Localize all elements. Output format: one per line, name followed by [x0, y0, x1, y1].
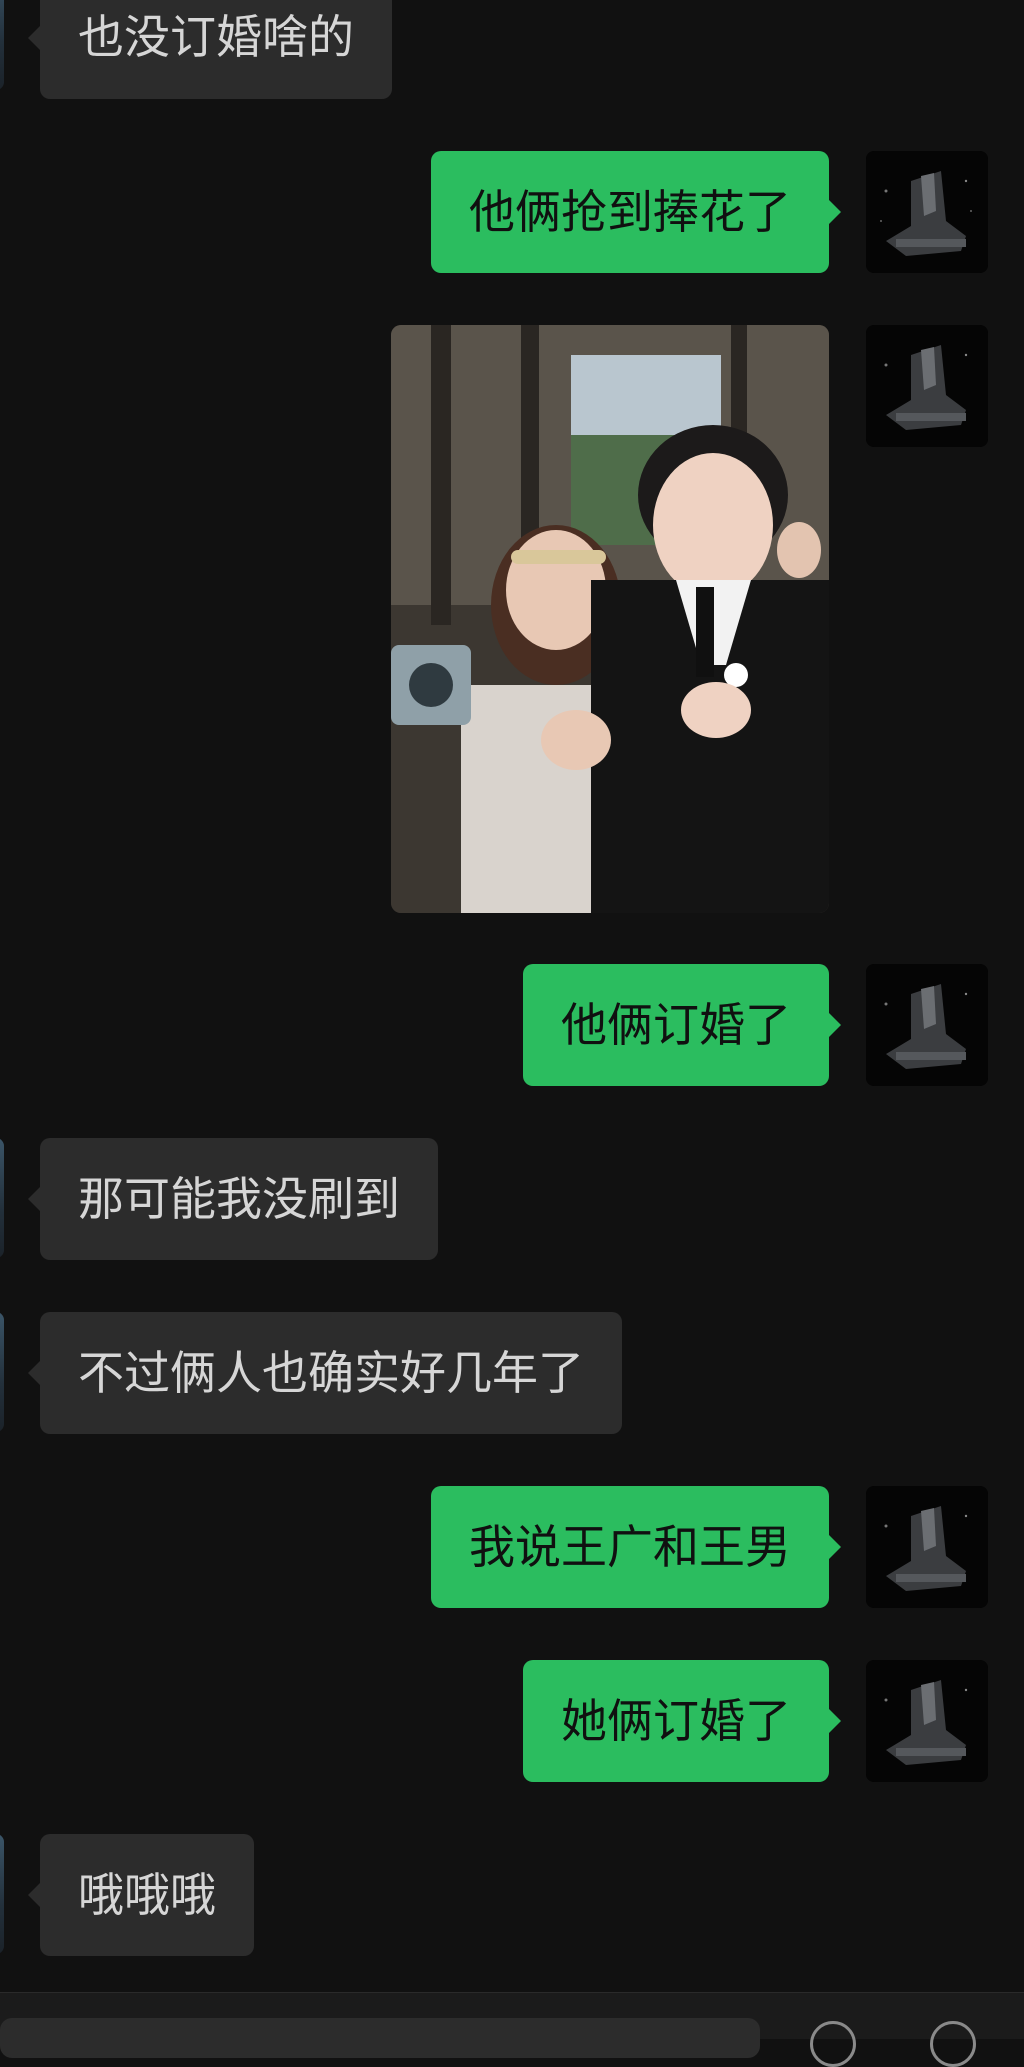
- contact-avatar[interactable]: [0, 0, 4, 90]
- emoji-icon[interactable]: [930, 2021, 976, 2067]
- incoming-message[interactable]: 不过俩人也确实好几年了: [28, 1312, 622, 1434]
- contact-avatar[interactable]: [0, 1834, 4, 1954]
- dark-scifi-avatar-icon: [866, 964, 988, 1086]
- wedding-photo-image: [391, 325, 829, 913]
- dark-scifi-avatar-icon: [866, 151, 988, 273]
- message-input-bar: [0, 1992, 1024, 2067]
- contact-avatar[interactable]: [0, 1138, 4, 1258]
- dark-scifi-avatar-icon: [866, 1486, 988, 1608]
- user-avatar[interactable]: [866, 1486, 988, 1608]
- message-input[interactable]: [0, 2018, 760, 2058]
- dark-scifi-avatar-icon: [866, 325, 988, 447]
- message-text: 她俩订婚了: [561, 1694, 791, 1748]
- outgoing-message[interactable]: 他俩抢到捧花了: [431, 151, 841, 273]
- message-text: 我说王广和王男: [469, 1520, 791, 1574]
- incoming-message[interactable]: 哦哦哦: [28, 1834, 254, 1956]
- message-text: 不过俩人也确实好几年了: [78, 1346, 584, 1400]
- message-text: 他俩抢到捧花了: [469, 185, 791, 239]
- outgoing-message[interactable]: 他俩订婚了: [523, 964, 841, 1086]
- message-text: 他俩订婚了: [561, 998, 791, 1052]
- outgoing-message[interactable]: 她俩订婚了: [523, 1660, 841, 1782]
- user-avatar[interactable]: [866, 964, 988, 1086]
- voice-icon[interactable]: [810, 2021, 856, 2067]
- dark-scifi-avatar-icon: [866, 1660, 988, 1782]
- incoming-message[interactable]: 那可能我没刷到: [28, 1138, 438, 1260]
- message-text: 也没订婚啥的: [78, 10, 354, 64]
- user-avatar[interactable]: [866, 325, 988, 447]
- outgoing-message[interactable]: 我说王广和王男: [431, 1486, 841, 1608]
- shared-photo[interactable]: [391, 325, 829, 913]
- message-text: 那可能我没刷到: [78, 1172, 400, 1226]
- contact-avatar[interactable]: [0, 1312, 4, 1432]
- user-avatar[interactable]: [866, 1660, 988, 1782]
- message-text: 哦哦哦: [78, 1868, 216, 1922]
- user-avatar[interactable]: [866, 151, 988, 273]
- incoming-message[interactable]: 也没订婚啥的: [28, 0, 392, 99]
